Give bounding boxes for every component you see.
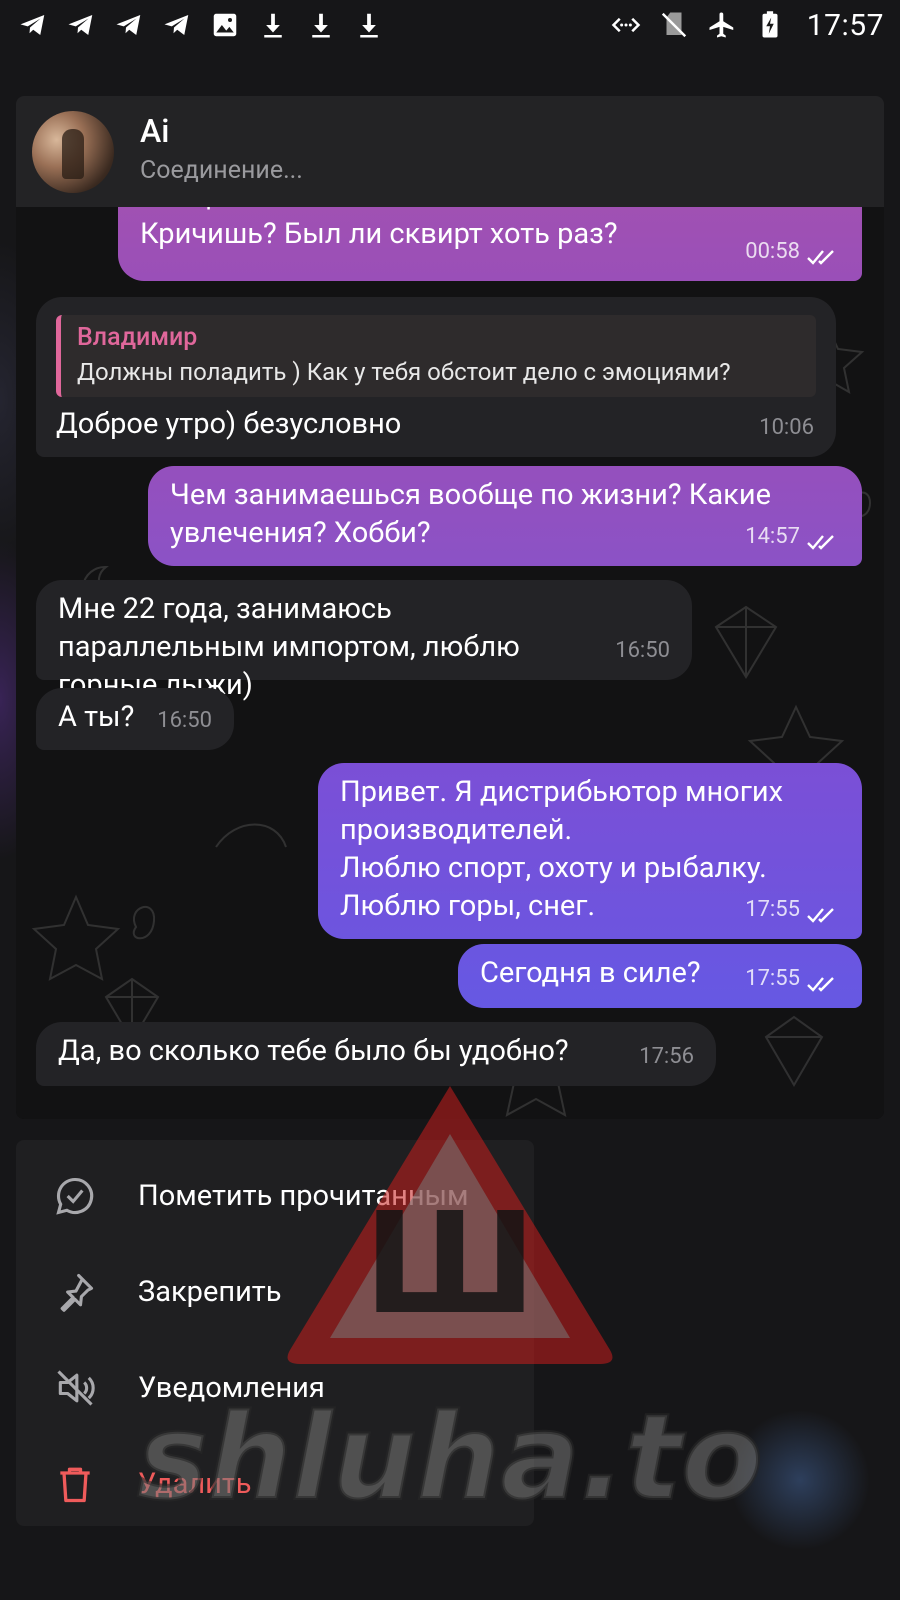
system-icons: 17:57 (611, 8, 884, 43)
airplane-icon (707, 10, 737, 40)
status-time: 17:57 (806, 7, 884, 43)
message-time: 17:56 (639, 1044, 694, 1069)
message-text: Да, во сколько тебе было бы удобно? (58, 1034, 569, 1068)
reply-quote[interactable]: Владимир Должны поладить ) Как у тебя об… (56, 315, 816, 397)
chat-name: Ai (140, 112, 170, 150)
chat-preview[interactable]: Ai Соединение... эмоциями? Крич (16, 96, 884, 1119)
menu-item-label: Уведомления (138, 1371, 325, 1405)
message-time: 10:06 (759, 415, 814, 440)
message-meta: 17:55 (745, 960, 840, 998)
chat-context-menu: Пометить прочитанным Закрепить Уведомлен… (16, 1140, 534, 1526)
message-time: 16:50 (615, 638, 670, 663)
chat-check-icon (52, 1173, 98, 1219)
download-icon (306, 10, 336, 40)
telegram-icon (66, 10, 96, 40)
menu-item-label: Закрепить (138, 1275, 282, 1309)
battery-charging-icon (755, 10, 785, 40)
message-bubble-incoming[interactable]: Владимир Должны поладить ) Как у тебя об… (36, 297, 836, 457)
mute-icon (52, 1365, 98, 1411)
message-bubble-incoming[interactable]: Мне 22 года, занимаюсь параллельным импо… (36, 580, 692, 702)
message-time: 00:58 (745, 239, 800, 264)
message-meta: 14:57 (745, 518, 840, 556)
message-time: 17:55 (745, 897, 800, 922)
pin-icon (52, 1269, 98, 1315)
message-bubble-outgoing[interactable]: Привет. Я дистрибьютор многих производит… (318, 763, 862, 939)
no-sim-icon (659, 10, 689, 40)
chat-header[interactable]: Ai Соединение... (16, 96, 884, 207)
double-check-icon (806, 969, 840, 992)
message-text: Мне 22 года, занимаюсь параллельным импо… (58, 592, 520, 702)
double-check-icon (806, 900, 840, 923)
download-icon (258, 10, 288, 40)
data-saver-icon (611, 10, 641, 40)
status-bar: 17:57 (0, 0, 900, 50)
message-text: Чем занимаешься вообще по жизни? Какие у… (170, 478, 771, 550)
menu-item-mark-read[interactable]: Пометить прочитанным (16, 1148, 534, 1244)
telegram-icon (114, 10, 144, 40)
chat-status: Соединение... (140, 156, 303, 185)
menu-item-label: Удалить (138, 1467, 252, 1501)
telegram-icon (162, 10, 192, 40)
message-list[interactable]: эмоциями? Кричишь? Был ли сквирт хоть ра… (16, 207, 884, 1119)
menu-item-notifications[interactable]: Уведомления (16, 1340, 534, 1436)
message-meta: 00:58 (745, 233, 840, 271)
telegram-icon (18, 10, 48, 40)
double-check-icon (806, 527, 840, 550)
message-time: 17:55 (745, 966, 800, 991)
avatar[interactable] (32, 111, 114, 193)
message-time: 16:50 (157, 708, 212, 733)
trash-icon (52, 1461, 98, 1507)
message-bubble-incoming[interactable]: Да, во сколько тебе было бы удобно? 17:5… (36, 1022, 716, 1086)
message-bubble-outgoing[interactable]: Чем занимаешься вообще по жизни? Какие у… (148, 466, 862, 566)
message-time: 14:57 (745, 524, 800, 549)
double-check-icon (806, 242, 840, 265)
reply-text: Должны поладить ) Как у тебя обстоит дел… (77, 358, 731, 386)
message-bubble-outgoing[interactable]: эмоциями? Кричишь? Был ли сквирт хоть ра… (118, 207, 862, 281)
menu-item-pin[interactable]: Закрепить (16, 1244, 534, 1340)
notification-icons (18, 10, 384, 40)
message-bubble-incoming[interactable]: А ты? 16:50 (36, 688, 234, 750)
message-meta: 17:55 (745, 891, 840, 929)
message-text: Доброе утро) безусловно (56, 407, 402, 441)
message-bubble-outgoing[interactable]: Сегодня в силе? 17:55 (458, 944, 862, 1008)
message-text: эмоциями? Кричишь? Был ли сквирт хоть ра… (140, 207, 618, 251)
menu-item-delete[interactable]: Удалить (16, 1436, 534, 1532)
download-icon (354, 10, 384, 40)
menu-item-label: Пометить прочитанным (138, 1179, 469, 1213)
image-icon (210, 10, 240, 40)
reply-author: Владимир (77, 323, 198, 352)
